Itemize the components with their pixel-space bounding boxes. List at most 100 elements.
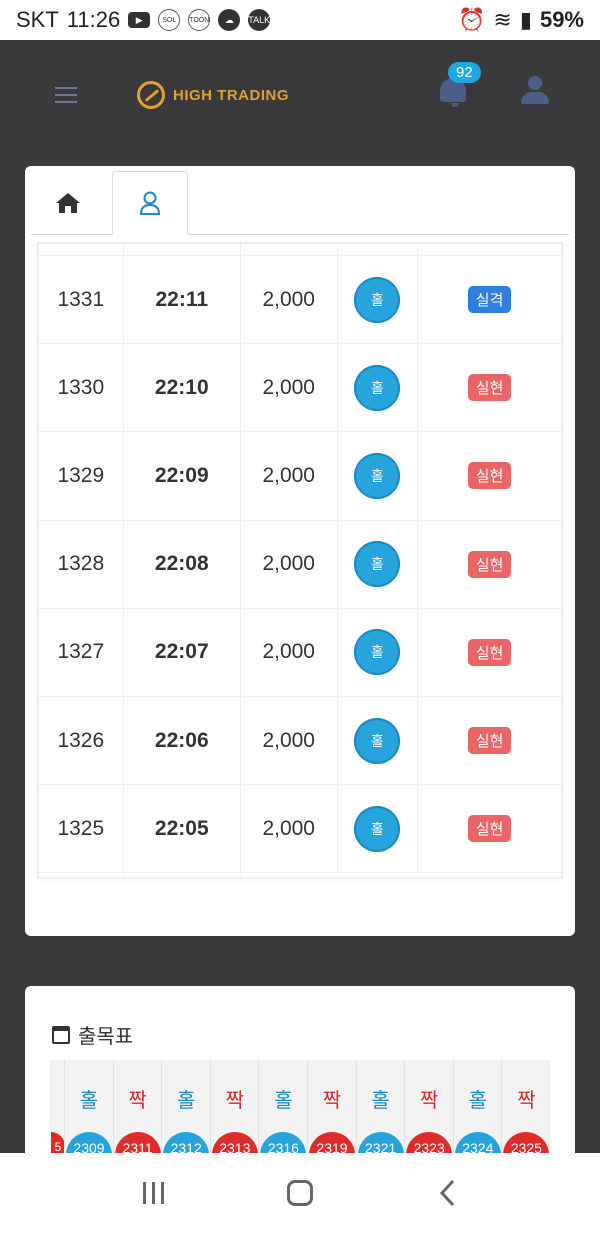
chart-column: 홀 2316 bbox=[258, 1060, 307, 1166]
calendar-icon bbox=[52, 1025, 70, 1044]
result-cell: 실현 bbox=[417, 784, 562, 874]
result-cell: 실현 bbox=[417, 519, 562, 609]
home-button[interactable] bbox=[280, 1173, 320, 1213]
chart-column-label: 짝 bbox=[419, 1090, 439, 1112]
draw-chart-strip[interactable]: 5 홀 2309 짝 2311 홀 2312 짝 2313 홀 2316 짝 2319 홀 2321 짝 232… bbox=[50, 1060, 550, 1166]
amount-cell: 2,000 bbox=[239, 343, 338, 433]
logo-text: HIGH TRADING bbox=[173, 86, 289, 104]
chart-column-label: 짝 bbox=[517, 1090, 536, 1112]
table-row: 1328 22:08 2,000 홀 실현 bbox=[38, 519, 562, 609]
chart-column-label: 짝 bbox=[322, 1090, 342, 1112]
result-badge: 실현 bbox=[467, 374, 512, 402]
battery-level: 59% bbox=[539, 7, 584, 32]
chart-column-label: 홀 bbox=[176, 1090, 196, 1112]
results-table: 1331 22:11 2,000 홀 실격 1330 22:10 2,000 홀 실현 1329 22… bbox=[37, 242, 563, 878]
clock: 11:26 bbox=[66, 7, 121, 32]
result-badge: 실현 bbox=[467, 550, 512, 578]
chart-column: 홀 2309 bbox=[64, 1060, 112, 1166]
pick-cell: 홀 bbox=[336, 519, 419, 609]
table-row: 1329 22:09 2,000 홀 실현 bbox=[38, 431, 562, 521]
signal-icon: ▮ bbox=[519, 7, 532, 32]
chart-column: 홀 2312 bbox=[161, 1060, 210, 1166]
pick-cell: 홀 bbox=[336, 254, 419, 345]
chart-column: 짝 2325 bbox=[501, 1060, 550, 1166]
chart-column: 5 bbox=[50, 1060, 65, 1166]
table-row: 1330 22:10 2,000 홀 실현 bbox=[38, 343, 562, 433]
chart-column: 짝 2323 bbox=[404, 1060, 453, 1166]
time-cell: 22:05 bbox=[122, 784, 241, 874]
carrier-label: SKT bbox=[16, 7, 59, 32]
table-row: 1325 22:05 2,000 홀 실현 bbox=[38, 784, 562, 874]
chart-column-label: 홀 bbox=[79, 1090, 99, 1112]
table-row: 1331 22:11 2,000 홀 실격 bbox=[38, 254, 562, 345]
result-badge: 실현 bbox=[467, 815, 512, 843]
person-icon bbox=[139, 191, 161, 215]
chart-column-label: 짝 bbox=[128, 1090, 147, 1112]
pick-ball: 홀 bbox=[354, 276, 401, 323]
amount-cell: 2,000 bbox=[239, 254, 338, 345]
wifi-icon: ≋ bbox=[493, 7, 512, 32]
back-icon bbox=[439, 1179, 454, 1207]
result-badge: 실현 bbox=[467, 727, 512, 755]
pick-ball: 홀 bbox=[354, 541, 401, 588]
status-bar: SKT 11:26 ▶ SOL TOON ☁ TALK ⏰ ≋ ▮ 59% bbox=[0, 0, 600, 40]
chart-column-label: 홀 bbox=[274, 1090, 293, 1112]
pick-ball: 홀 bbox=[354, 629, 401, 676]
time-cell: 22:09 bbox=[122, 431, 241, 521]
time-cell: 22:07 bbox=[122, 607, 241, 697]
talk-icon: TALK bbox=[248, 9, 271, 31]
user-icon[interactable] bbox=[520, 76, 550, 106]
results-card: 1331 22:11 2,000 홀 실격 1330 22:10 2,000 홀 실현 1329 22… bbox=[25, 166, 575, 936]
menu-icon[interactable] bbox=[55, 87, 77, 103]
recent-apps-button[interactable] bbox=[133, 1173, 173, 1213]
pick-cell: 홀 bbox=[336, 431, 419, 521]
round-cell: 1331 bbox=[38, 254, 124, 345]
result-badge: 실격 bbox=[467, 286, 512, 314]
time-cell: 22:11 bbox=[122, 254, 241, 345]
round-cell: 1326 bbox=[38, 695, 124, 786]
notification-badge: 92 bbox=[448, 62, 481, 83]
time-cell: 22:08 bbox=[122, 519, 241, 609]
logo[interactable]: HIGH TRADING bbox=[137, 81, 289, 109]
amount-cell: 2,000 bbox=[239, 607, 338, 697]
result-cell: 실현 bbox=[417, 343, 562, 433]
chart-card-title: 출목표 bbox=[52, 1020, 133, 1049]
system-nav-bar bbox=[0, 1153, 600, 1233]
pick-ball: 홀 bbox=[354, 452, 401, 499]
pick-ball: 홀 bbox=[354, 805, 401, 852]
alarm-icon: ⏰ bbox=[458, 7, 486, 32]
logo-icon bbox=[137, 81, 165, 109]
round-cell: 1325 bbox=[38, 784, 124, 874]
table-row: 1327 22:07 2,000 홀 실현 bbox=[38, 607, 562, 697]
toon-icon: TOON bbox=[188, 9, 211, 31]
pick-ball: 홀 bbox=[354, 717, 401, 764]
pick-cell: 홀 bbox=[336, 607, 419, 697]
chart-title-text: 출목표 bbox=[78, 1026, 134, 1048]
time-cell: 22:10 bbox=[122, 343, 241, 433]
chart-column-label: 홀 bbox=[468, 1090, 487, 1112]
round-cell: 1329 bbox=[38, 431, 124, 521]
draw-chart-card: 출목표 5 홀 2309 짝 2311 홀 2312 짝 2313 홀 2316 짝 2319 홀 2321… bbox=[25, 986, 575, 1166]
pick-ball: 홀 bbox=[354, 364, 401, 411]
tab-home[interactable] bbox=[30, 171, 106, 235]
home-icon bbox=[56, 193, 80, 213]
amount-cell: 2,000 bbox=[239, 695, 338, 786]
time-cell: 22:06 bbox=[122, 695, 241, 786]
back-button[interactable] bbox=[427, 1173, 467, 1213]
chart-column: 짝 2313 bbox=[209, 1060, 258, 1166]
result-cell: 실현 bbox=[417, 431, 562, 521]
chart-column: 짝 2319 bbox=[307, 1060, 355, 1166]
pick-cell: 홀 bbox=[336, 695, 419, 786]
result-badge: 실현 bbox=[467, 638, 512, 666]
chart-column: 홀 2324 bbox=[452, 1060, 501, 1166]
result-cell: 실현 bbox=[417, 607, 562, 697]
result-cell: 실격 bbox=[417, 254, 562, 345]
result-cell: 실현 bbox=[417, 695, 562, 786]
result-badge: 실현 bbox=[467, 462, 512, 490]
round-cell: 1328 bbox=[38, 519, 124, 609]
amount-cell: 2,000 bbox=[239, 784, 338, 874]
pick-cell: 홀 bbox=[336, 343, 419, 433]
tab-profile[interactable] bbox=[112, 171, 188, 235]
youtube-icon: ▶ bbox=[128, 12, 151, 28]
amount-cell: 2,000 bbox=[239, 431, 338, 521]
